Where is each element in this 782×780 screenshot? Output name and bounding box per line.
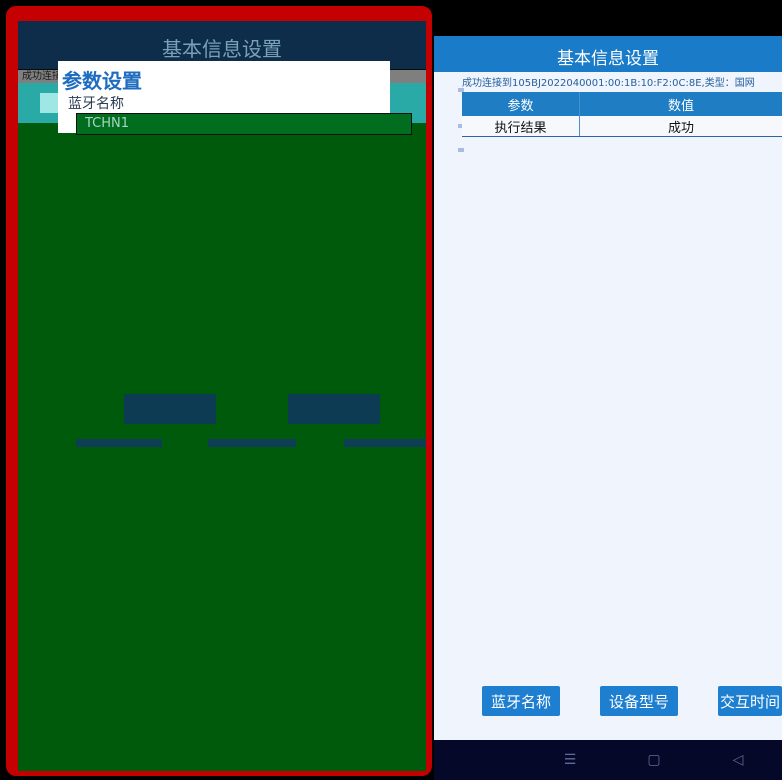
hint-bar [208,439,296,447]
screen: 基本信息设置 成功连接 参数设置 蓝牙名称 TCHN1 基本信息设置 成功连接到… [0,0,782,780]
bluetooth-name-button[interactable]: 蓝牙名称 [482,686,560,716]
bluetooth-name-value: TCHN1 [85,116,130,131]
app-header: 基本信息设置 [434,36,782,72]
left-dialog-screen: 基本信息设置 成功连接 参数设置 蓝牙名称 TCHN1 [18,21,426,771]
result-table: 参数 数值 执行结果 成功 [462,92,782,137]
row-param: 执行结果 [462,116,580,136]
row-value: 成功 [667,120,694,136]
table-header: 参数 数值 [462,92,782,116]
interaction-time-button[interactable]: 交互时间 [718,686,782,716]
system-nav-bar: ☰ ▢ ◁ [434,740,782,780]
left-header-title: 基本信息设置 [162,37,282,61]
right-app-screen: 基本信息设置 成功连接到105BJ2022040001:00:1B:10:F2:… [434,36,782,746]
bluetooth-name-label: 蓝牙名称 [68,96,124,112]
dialog-overlay [18,99,426,771]
hint-bar [76,439,162,447]
dialog-cancel-button[interactable] [288,394,380,424]
dialog-title: 参数设置 [62,69,142,93]
table-row: 执行结果 成功 [462,116,782,137]
back-icon[interactable]: ◁ [726,748,750,772]
bluetooth-name-input[interactable]: TCHN1 [76,113,412,135]
hint-bar [344,439,426,447]
menu-icon[interactable]: ☰ [558,748,582,772]
header-value: 数值 [667,98,694,114]
app-header-title: 基本信息设置 [557,49,659,69]
highlight-frame: 基本信息设置 成功连接 参数设置 蓝牙名称 TCHN1 [6,6,432,776]
edge-mark [458,148,464,152]
device-model-button[interactable]: 设备型号 [600,686,678,716]
home-icon[interactable]: ▢ [642,748,666,772]
header-param: 参数 [462,92,580,116]
dialog-confirm-button[interactable] [124,394,216,424]
connection-status: 成功连接到105BJ2022040001:00:1B:10:F2:0C:8E,类… [462,78,755,89]
